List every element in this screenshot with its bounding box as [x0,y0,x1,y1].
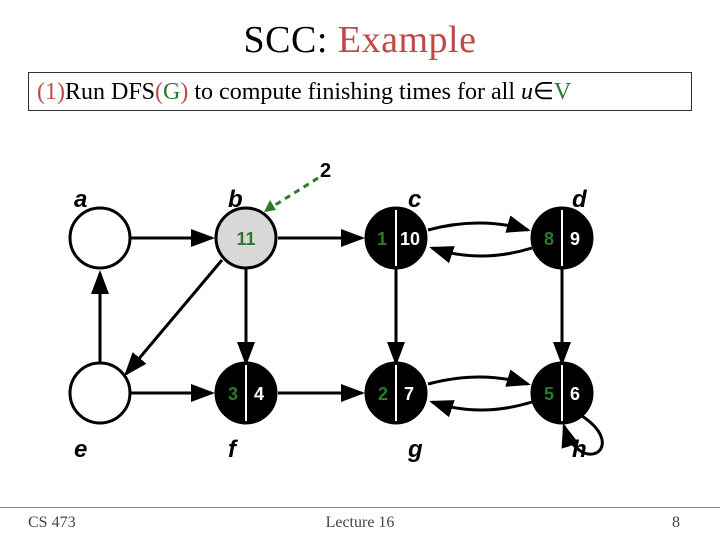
node-h-right: 6 [570,384,580,404]
node-d-left: 8 [544,229,554,249]
node-h-left: 5 [544,384,554,404]
node-c-right: 10 [400,229,420,249]
step-run-text: Run [65,79,111,105]
graph-diagram: 2 a b c d e f g h [60,168,660,488]
set-v: V [554,79,571,105]
node-g-right: 7 [404,384,414,404]
slide-title: SCC: Example [0,18,720,62]
footer-center: Lecture 16 [238,514,483,532]
node-g-left: 2 [378,384,388,404]
footer-right: 8 [482,514,720,532]
var-u: u [521,79,533,105]
slide-footer: CS 473 Lecture 16 8 [0,507,720,532]
node-f-right: 4 [254,384,264,404]
node-c-left: 1 [377,229,387,249]
node-a-circle [70,208,130,268]
node-e-circle [70,363,130,423]
step-mid-text: to compute finishing times for all [188,79,521,105]
step-number: (1) [37,79,65,105]
title-left: SCC: [244,19,338,61]
dfs-text: DFS [111,79,155,105]
node-b-left: 11 [236,229,255,249]
element-of: ∈ [533,79,554,105]
node-f-left: 3 [228,384,238,404]
footer-left: CS 473 [0,514,238,532]
graph-g: G [163,79,180,105]
node-d-right: 9 [570,229,580,249]
title-right: Example [338,19,477,61]
step-description-box: (1)Run DFS(G) to compute finishing times… [28,72,692,111]
graph-svg: 11 1 10 8 9 3 4 2 7 5 6 [60,168,660,488]
open-paren: ( [155,79,163,105]
